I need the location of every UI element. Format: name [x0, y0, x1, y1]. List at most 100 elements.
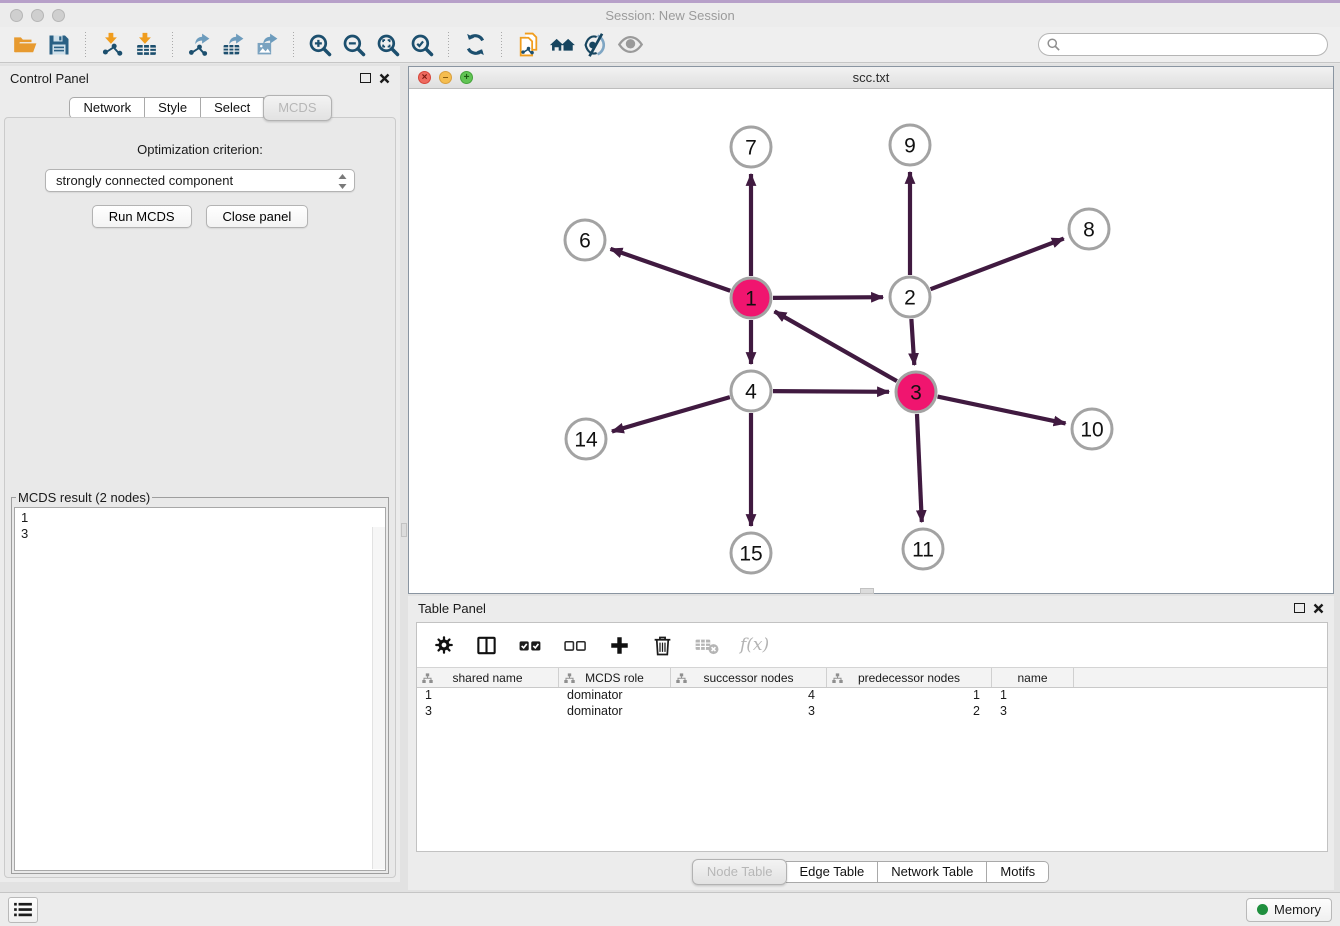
graph-edge-3-10[interactable] — [938, 397, 1066, 424]
add-row-button[interactable] — [608, 634, 631, 657]
graph-node-9[interactable]: 9 — [890, 125, 930, 165]
trash-icon — [651, 634, 674, 657]
criterion-select[interactable]: strongly connected component — [45, 169, 355, 192]
graph-edge-2-8[interactable] — [931, 239, 1064, 290]
hide-graphics-details-button[interactable] — [579, 30, 613, 60]
tab-select[interactable]: Select — [201, 97, 264, 119]
graph-node-14[interactable]: 14 — [566, 419, 606, 459]
criterion-value: strongly connected component — [56, 173, 233, 188]
result-scrollbar[interactable] — [372, 527, 385, 869]
graph-node-15[interactable]: 15 — [731, 533, 771, 573]
deselect-all-button[interactable] — [563, 633, 588, 658]
graph-node-label: 15 — [739, 543, 762, 566]
tab-node-table[interactable]: Node Table — [692, 859, 788, 885]
graph-edge-2-3[interactable] — [911, 319, 914, 365]
import-table-button[interactable] — [129, 30, 163, 60]
column-header-shared-name[interactable]: shared name — [417, 668, 559, 687]
toolbar-separator — [448, 32, 449, 58]
table-cell[interactable]: 2 — [827, 704, 992, 720]
main-toolbar — [0, 27, 1340, 63]
search-field-wrap — [1038, 33, 1328, 56]
delete-table-button[interactable] — [694, 632, 720, 658]
function-builder-button[interactable]: f(x) — [740, 635, 769, 655]
graph-edge-3-11[interactable] — [917, 414, 922, 522]
table-cell[interactable]: 3 — [671, 704, 827, 720]
home-button[interactable] — [545, 30, 579, 60]
table-cell[interactable]: 3 — [992, 704, 1074, 720]
task-history-button[interactable] — [8, 897, 38, 923]
graph-edge-1-6[interactable] — [610, 249, 730, 291]
table-cell[interactable]: dominator — [559, 704, 671, 720]
refresh-button[interactable] — [458, 30, 492, 60]
network-canvas[interactable]: 7 9 6 8 1 2 4 3 14 10 15 11 — [409, 89, 1333, 592]
float-table-panel-icon[interactable] — [1294, 603, 1305, 613]
table-cell[interactable]: 1 — [417, 688, 559, 704]
show-column-button[interactable] — [475, 634, 498, 657]
table-cell[interactable]: dominator — [559, 688, 671, 704]
tab-network-table[interactable]: Network Table — [878, 861, 987, 883]
search-input[interactable] — [1038, 33, 1328, 56]
export-table-button[interactable] — [216, 30, 250, 60]
zoom-fit-button[interactable] — [371, 30, 405, 60]
close-panel-button[interactable]: Close panel — [206, 205, 309, 228]
tab-mcds[interactable]: MCDS — [263, 95, 331, 121]
vertical-splitter-handle[interactable] — [401, 523, 407, 537]
horizontal-splitter-handle[interactable] — [860, 588, 874, 594]
control-panel-header: Control Panel — [0, 66, 400, 90]
save-session-button[interactable] — [42, 30, 76, 60]
plus-icon — [608, 634, 631, 657]
graph-node-10[interactable]: 10 — [1072, 409, 1112, 449]
graph-node-8[interactable]: 8 — [1069, 209, 1109, 249]
graph-node-3[interactable]: 3 — [896, 372, 936, 412]
export-network-button[interactable] — [182, 30, 216, 60]
export-image-button[interactable] — [250, 30, 284, 60]
graph-node-11[interactable]: 11 — [903, 529, 943, 569]
delete-row-button[interactable] — [651, 634, 674, 657]
open-file-button[interactable] — [8, 30, 42, 60]
table-cell[interactable]: 4 — [671, 688, 827, 704]
graph-node-label: 4 — [745, 381, 757, 404]
memory-button[interactable]: Memory — [1246, 898, 1332, 922]
clone-network-button[interactable] — [511, 30, 545, 60]
column-header-predecessor-nodes[interactable]: predecessor nodes — [827, 668, 992, 687]
run-mcds-button[interactable]: Run MCDS — [92, 205, 192, 228]
float-panel-icon[interactable] — [360, 73, 371, 83]
mcds-result-list[interactable]: 1 3 — [14, 507, 386, 871]
tab-style[interactable]: Style — [145, 97, 201, 119]
table-cell[interactable]: 1 — [992, 688, 1074, 704]
graph-node-6[interactable]: 6 — [565, 220, 605, 260]
select-all-button[interactable] — [518, 633, 543, 658]
zoom-out-button[interactable] — [337, 30, 371, 60]
table-cell[interactable]: 3 — [417, 704, 559, 720]
tab-edge-table[interactable]: Edge Table — [786, 861, 878, 883]
zoom-in-button[interactable] — [303, 30, 337, 60]
show-graphics-details-button[interactable] — [613, 30, 647, 60]
table-cell[interactable]: 1 — [827, 688, 992, 704]
zoom-selected-button[interactable] — [405, 30, 439, 60]
mcds-result-title: MCDS result (2 nodes) — [16, 490, 152, 505]
table-settings-button[interactable] — [433, 634, 455, 656]
graph-edge-4-14[interactable] — [612, 397, 730, 431]
toolbar-separator — [172, 32, 173, 58]
import-network-icon — [100, 32, 125, 57]
graph-edge-3-1[interactable] — [774, 311, 896, 381]
table-row[interactable]: 1dominator411 — [417, 688, 1327, 704]
tab-motifs[interactable]: Motifs — [987, 861, 1049, 883]
table-panel-title: Table Panel — [418, 601, 486, 616]
close-panel-icon[interactable] — [379, 73, 390, 84]
graph-node-2[interactable]: 2 — [890, 277, 930, 317]
graph-node-7[interactable]: 7 — [731, 127, 771, 167]
graph-node-label: 3 — [910, 382, 922, 405]
graph-edge-4-3[interactable] — [773, 391, 889, 392]
close-table-panel-icon[interactable] — [1313, 603, 1324, 614]
import-network-button[interactable] — [95, 30, 129, 60]
tab-network[interactable]: Network — [69, 97, 145, 119]
graph-node-4[interactable]: 4 — [731, 371, 771, 411]
graph-node-1[interactable]: 1 — [731, 278, 771, 318]
column-header-name[interactable]: name — [992, 668, 1074, 687]
table-toolbar: f(x) — [417, 623, 1327, 667]
graph-edge-1-2[interactable] — [773, 297, 883, 298]
table-row[interactable]: 3dominator323 — [417, 704, 1327, 720]
column-header-successor-nodes[interactable]: successor nodes — [671, 668, 827, 687]
column-header-MCDS-role[interactable]: MCDS role — [559, 668, 671, 687]
